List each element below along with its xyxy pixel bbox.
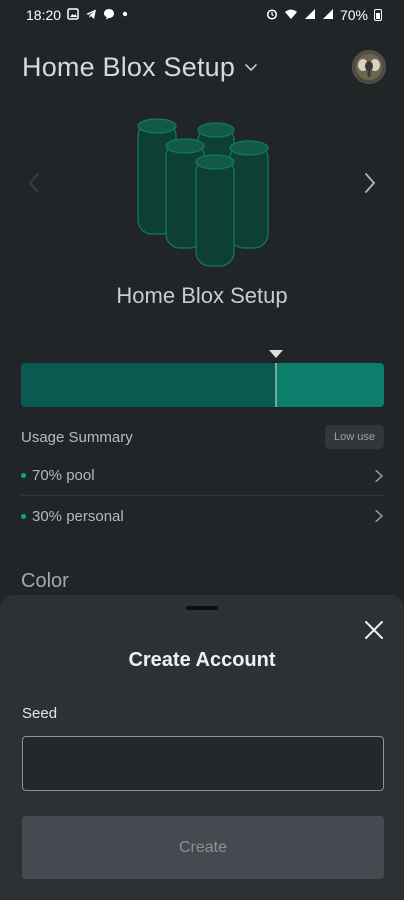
section-title-color: Color [21,570,69,592]
usage-divider [274,363,277,407]
telegram-icon [85,8,97,23]
list-item-label: 70% pool [32,467,95,484]
battery-icon [374,9,382,21]
wifi-icon [284,8,298,23]
usage-track [21,363,384,407]
device-image [137,118,269,267]
bullet-dot-icon [21,513,26,519]
drag-handle[interactable] [186,606,218,610]
device-name: Home Blox Setup [116,283,288,308]
chevron-left-icon[interactable] [26,170,42,196]
device-selector[interactable]: Home Blox Setup [22,52,259,83]
page-title: Home Blox Setup [22,51,236,82]
alarm-icon [266,8,278,23]
usage-marker [268,350,283,358]
status-time: 18:20 [26,7,62,23]
usage-fill-pool [21,363,276,407]
seed-input[interactable] [22,736,384,791]
chevron-down-icon [245,64,257,72]
battery-percent: 70% [339,7,368,23]
usage-summary-title: Usage Summary [21,428,133,446]
usage-summary-header: Usage Summary Low use [21,424,384,450]
dot-icon [121,8,129,23]
list-item-label: 30% personal [32,507,124,525]
usage-bar [21,350,384,408]
list-item-personal[interactable]: 30% personal [21,496,384,536]
close-icon[interactable] [364,620,384,640]
chevron-right-icon [375,509,384,523]
image-icon [67,7,79,23]
list-item-pool[interactable]: 70% pool [21,456,384,496]
create-account-sheet: Create Account Seed Create [0,595,404,900]
usage-badge: Low use [325,425,384,449]
bullet-dot-icon [21,473,26,478]
create-button[interactable]: Create [22,816,384,879]
chat-icon [103,8,115,23]
signal-icon [322,8,334,23]
elephant-icon [356,54,382,80]
sheet-title: Create Account [128,649,276,671]
app-header: Home Blox Setup [22,50,386,84]
device-carousel [0,112,404,272]
seed-label: Seed [22,705,58,722]
chevron-right-icon [375,469,384,482]
avatar[interactable] [352,50,386,84]
chevron-right-icon[interactable] [362,170,378,196]
signal-icon [304,8,316,23]
status-bar: 18:20 70% [0,0,404,30]
